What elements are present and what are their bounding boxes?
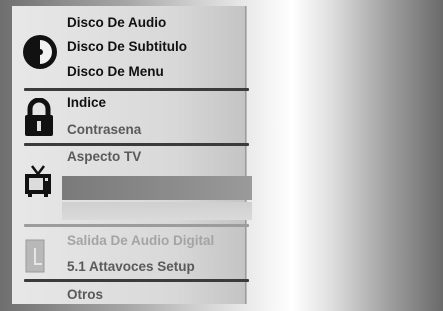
menu-item-password[interactable]: Contrasena (67, 120, 141, 140)
menu-item-rating-index[interactable]: Indice (67, 93, 106, 113)
tv-icon (22, 164, 54, 203)
speaker-icon (22, 238, 48, 279)
divider (24, 143, 249, 146)
menu-item-disc-subtitle[interactable]: Disco De Subtitulo (67, 37, 187, 57)
selection-highlight-bar[interactable] (62, 176, 252, 200)
divider (24, 224, 249, 227)
tv-submenu-blank-row (62, 202, 252, 220)
menu-item-disc-menu[interactable]: Disco De Menu (67, 62, 164, 82)
menu-item-others[interactable]: Otros (67, 285, 103, 305)
menu-item-5-1-speaker-setup[interactable]: 5.1 Attavoces Setup (67, 257, 195, 277)
menu-item-disc-audio[interactable]: Disco De Audio (67, 13, 166, 33)
divider (24, 279, 249, 282)
padlock-icon (22, 97, 56, 143)
setup-menu-panel: Disco De Audio Disco De Subtitulo Disco … (12, 6, 252, 305)
menu-item-tv-aspect[interactable]: Aspecto TV (67, 147, 141, 167)
divider (24, 88, 249, 91)
tv-screen-background: Disco De Audio Disco De Subtitulo Disco … (0, 0, 443, 311)
disc-icon (22, 34, 58, 75)
menu-item-digital-audio-output[interactable]: Salida De Audio Digital (67, 231, 214, 251)
